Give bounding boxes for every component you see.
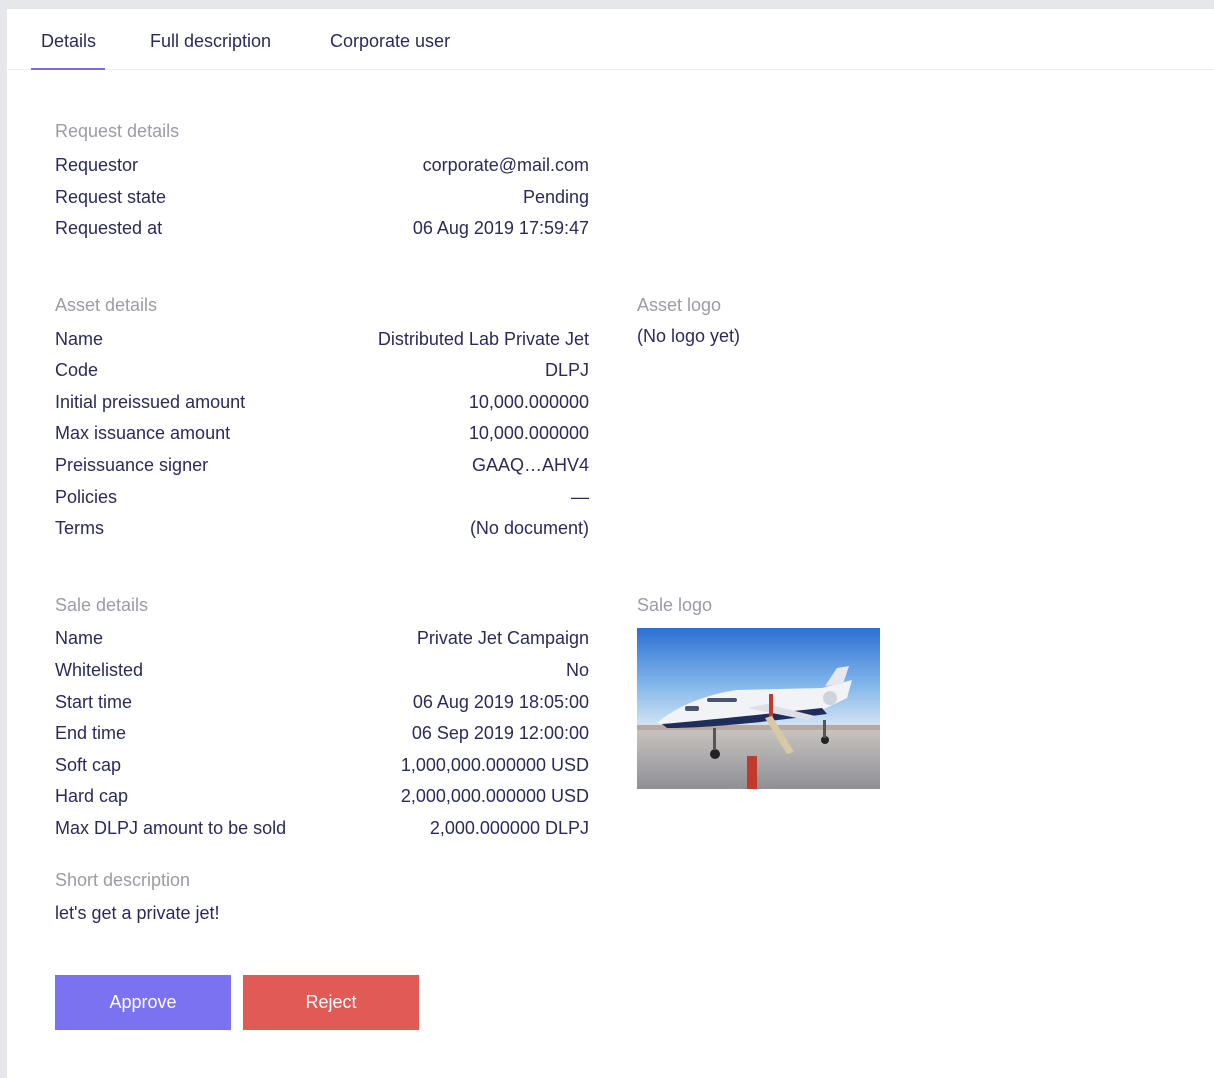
- policies-label: Policies: [55, 487, 118, 507]
- max-issuance-value: 10,000.000000: [468, 423, 589, 443]
- short-description-title: Short description: [55, 870, 191, 890]
- max-issuance-label: Max issuance amount: [55, 423, 231, 443]
- soft-cap-value: 1,000,000.000000 USD: [400, 755, 589, 775]
- asset-logo-title: Asset logo: [637, 295, 722, 315]
- requested-at-label: Requested at: [55, 218, 163, 238]
- max-amount-label: Max DLPJ amount to be sold: [55, 818, 287, 838]
- max-amount-value: 2,000.000000 DLPJ: [429, 818, 589, 838]
- end-time-label: End time: [55, 723, 127, 743]
- asset-logo-placeholder: (No logo yet): [637, 326, 741, 346]
- asset-details-title: Asset details: [55, 295, 158, 315]
- whitelisted-value: No: [565, 660, 589, 680]
- requestor-label: Requestor: [55, 155, 139, 175]
- sale-name-label: Name: [55, 628, 104, 648]
- sale-name-value: Private Jet Campaign: [416, 628, 589, 648]
- tab-corporate-user[interactable]: Corporate user: [330, 31, 450, 52]
- request-details-card: Details Full description Corporate user …: [7, 9, 1214, 1078]
- policies-value: —: [571, 487, 589, 507]
- tab-bar: Details Full description Corporate user: [7, 9, 1214, 70]
- asset-name-label: Name: [55, 329, 104, 349]
- requestor-value: corporate@mail.com: [422, 155, 589, 175]
- tab-details[interactable]: Details: [41, 31, 96, 52]
- request-details-title: Request details: [55, 121, 180, 141]
- start-time-value: 06 Aug 2019 18:05:00: [412, 692, 589, 712]
- initial-preissued-value: 10,000.000000: [468, 392, 589, 412]
- private-jet-image: [637, 628, 880, 789]
- preissuance-signer-label: Preissuance signer: [55, 455, 209, 475]
- sale-logo-image: [637, 628, 880, 789]
- asset-code-value: DLPJ: [544, 360, 589, 380]
- asset-code-label: Code: [55, 360, 99, 380]
- request-state-value: Pending: [522, 187, 589, 207]
- terms-label: Terms: [55, 518, 104, 538]
- reject-button[interactable]: Reject: [243, 975, 419, 1030]
- preissuance-signer-value: GAAQ…AHV4: [471, 455, 589, 475]
- whitelisted-label: Whitelisted: [55, 660, 144, 680]
- asset-name-value: Distributed Lab Private Jet: [377, 329, 589, 349]
- hard-cap-label: Hard cap: [55, 786, 129, 806]
- hard-cap-value: 2,000,000.000000 USD: [400, 786, 589, 806]
- start-time-label: Start time: [55, 692, 133, 712]
- requested-at-value: 06 Aug 2019 17:59:47: [412, 218, 589, 238]
- initial-preissued-label: Initial preissued amount: [55, 392, 246, 412]
- request-state-label: Request state: [55, 187, 167, 207]
- end-time-value: 06 Sep 2019 12:00:00: [411, 723, 589, 743]
- approve-button[interactable]: Approve: [55, 975, 231, 1030]
- sale-logo-title: Sale logo: [637, 595, 713, 615]
- sale-details-title: Sale details: [55, 595, 149, 615]
- tab-full-description[interactable]: Full description: [150, 31, 271, 52]
- terms-value: (No document): [469, 518, 589, 538]
- short-description-text: let's get a private jet!: [55, 903, 220, 923]
- active-tab-indicator: [31, 68, 105, 70]
- soft-cap-label: Soft cap: [55, 755, 122, 775]
